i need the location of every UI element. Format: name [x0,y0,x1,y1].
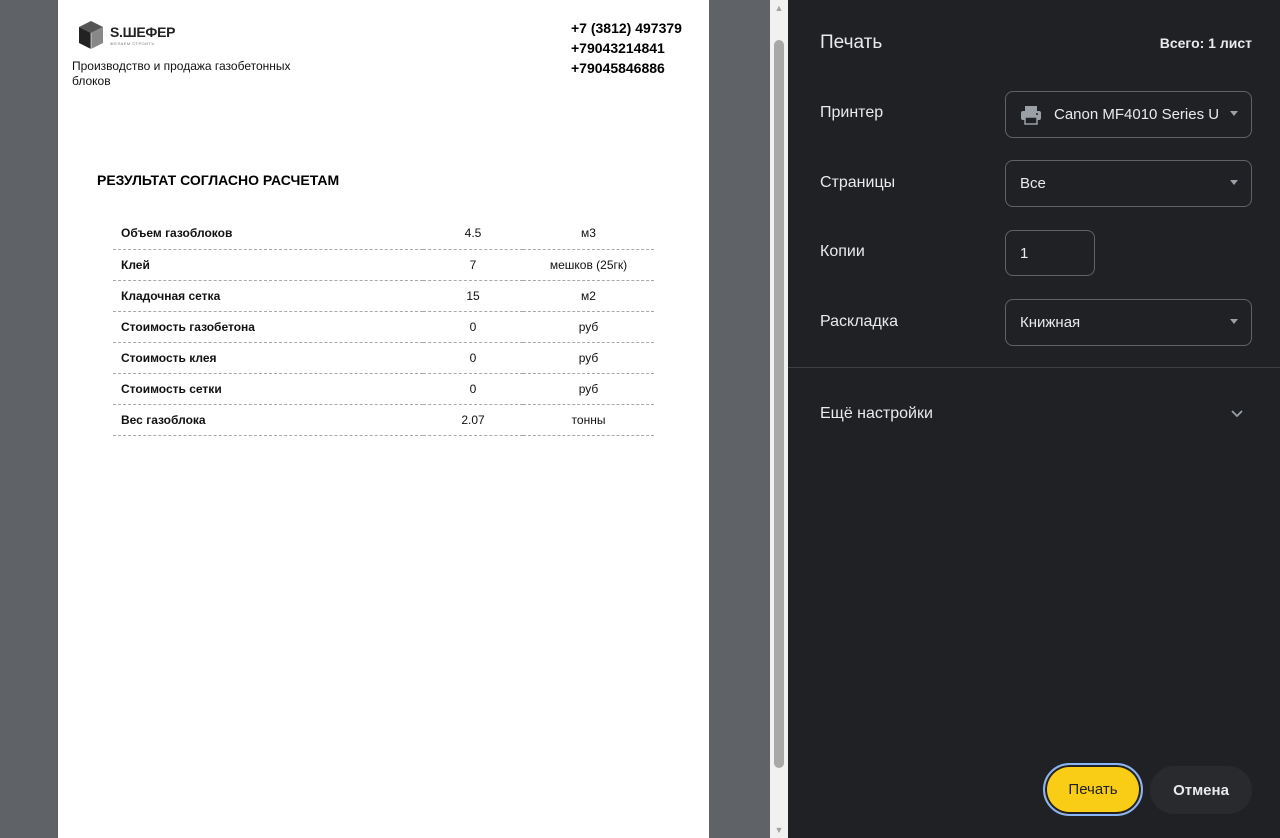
cancel-button[interactable]: Отмена [1150,766,1252,814]
copies-label: Копии [820,243,865,260]
print-button[interactable]: Печать [1043,763,1143,816]
printer-icon [1021,105,1041,125]
row-unit: тонны [523,404,654,436]
layout-label: Раскладка [820,313,899,330]
row-name: Стоимость клея [113,342,423,374]
row-name: Стоимость газобетона [113,311,423,343]
table-row: Кладочная сетка 15 м2 [113,280,654,312]
row-unit: руб [523,342,654,374]
scroll-up-arrow-icon[interactable]: ▲ [770,0,788,16]
pages-value: Все [1020,175,1046,192]
panel-title: Печать [820,32,883,53]
logo-tagline: ЖЕЛАЕМ СТРОИТЬ [110,41,155,46]
row-unit: руб [523,311,654,343]
table-row: Стоимость сетки 0 руб [113,373,654,405]
caret-down-icon [1230,180,1238,185]
row-name: Клей [113,249,423,281]
printer-value: Canon MF4010 Series U [1054,106,1220,123]
printer-label: Принтер [820,104,884,121]
phone-number: +79045846886 [571,60,665,76]
phone-list: +7 (3812) 497379 +79043214841 +790458468… [571,18,682,78]
table-row: Стоимость газобетона 0 руб [113,311,654,343]
row-value: 0 [423,342,523,374]
table-row: Клей 7 мешков (25гк) [113,249,654,281]
logo-name: S.ШЕФЕР [110,24,176,40]
row-value: 2.07 [423,404,523,436]
row-value: 0 [423,311,523,343]
phone-number: +79043214841 [571,40,665,56]
caret-down-icon [1230,319,1238,324]
scroll-thumb[interactable] [774,40,784,768]
layout-value: Книжная [1020,314,1081,331]
caret-down-icon [1230,111,1238,116]
divider [788,367,1280,368]
row-value: 7 [423,249,523,281]
layout-select[interactable]: Книжная [1005,299,1252,346]
row-unit: м3 [523,218,654,250]
company-description: Производство и продажа газобетонных блок… [72,59,291,88]
more-settings-toggle[interactable]: Ещё настройки [820,405,933,423]
row-name: Кладочная сетка [113,280,423,312]
row-value: 4.5 [423,218,523,250]
row-name: Вес газоблока [113,404,423,436]
row-name: Стоимость сетки [113,373,423,405]
row-unit: м2 [523,280,654,312]
preview-scrollbar[interactable]: ▲ ▼ [770,0,788,838]
row-value: 0 [423,373,523,405]
print-settings-panel: Печать Всего: 1 лист Принтер Canon MF401… [788,0,1280,838]
chevron-down-icon[interactable] [1230,407,1244,421]
row-unit: руб [523,373,654,405]
pages-select[interactable]: Все [1005,160,1252,207]
cube-logo-icon [79,21,103,49]
calculation-table: Объем газоблоков 4.5 м3 Клей 7 мешков (2… [113,218,654,436]
table-row: Объем газоблоков 4.5 м3 [113,218,654,250]
scroll-down-arrow-icon[interactable]: ▼ [770,822,788,838]
copies-value: 1 [1020,244,1029,262]
row-name: Объем газоблоков [113,218,423,250]
pages-label: Страницы [820,174,896,191]
total-sheets: Всего: 1 лист [1159,35,1252,51]
table-row: Стоимость клея 0 руб [113,342,654,374]
table-row: Вес газоблока 2.07 тонны [113,404,654,436]
result-title: РЕЗУЛЬТАТ СОГЛАСНО РАСЧЕТАМ [97,172,340,188]
logo-text: S.ШЕФЕР ЖЕЛАЕМ СТРОИТЬ [110,24,175,46]
phone-number: +7 (3812) 497379 [571,20,682,36]
print-preview-area: S.ШЕФЕР ЖЕЛАЕМ СТРОИТЬ Производство и пр… [0,0,770,838]
row-unit: мешков (25гк) [523,249,654,281]
copies-input[interactable]: 1 [1005,230,1095,276]
row-value: 15 [423,280,523,312]
company-logo: S.ШЕФЕР ЖЕЛАЕМ СТРОИТЬ [78,20,175,50]
printer-select[interactable]: Canon MF4010 Series U [1005,91,1252,138]
